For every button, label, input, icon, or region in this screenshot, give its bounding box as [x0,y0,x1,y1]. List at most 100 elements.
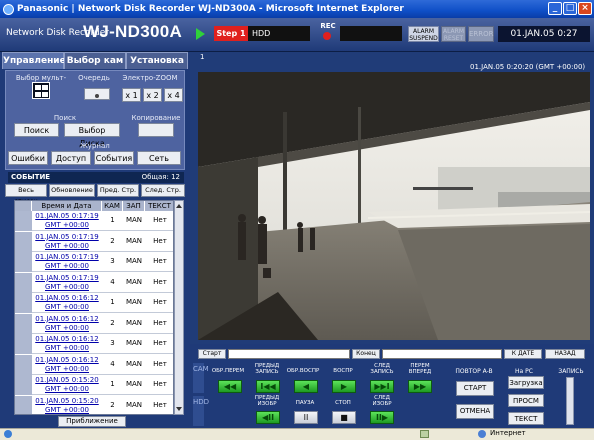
start-time-input[interactable] [228,349,350,359]
view-button[interactable]: ПРОСМ [508,394,544,407]
next-frame-button[interactable]: II▶ [370,411,394,424]
row-select-cell[interactable] [15,375,32,395]
journal-access-button[interactable]: Доступ [51,151,91,165]
zoom-x4-button[interactable]: x 4 [164,88,183,102]
start-time-label[interactable]: Старт [198,349,226,359]
table-row[interactable]: 01.JAN.05 0:16:12 GMT +00:00 2 MAN Нет [15,313,173,334]
next-frame-label: СЛЕД ИЗОБР [372,395,392,407]
event-datetime-link[interactable]: 01.JAN.05 0:15:20 GMT +00:00 [32,376,102,394]
stop-button[interactable]: ■ [332,411,356,424]
row-select-cell[interactable] [15,334,32,354]
pause-button[interactable]: II [294,411,318,424]
prev-page-button[interactable]: Пред. Стр. [97,184,139,197]
prev-frame-label: ПРЕДЫД ИЗОБР [254,395,280,407]
scroll-down-icon[interactable] [176,407,182,411]
row-select-cell[interactable] [15,252,32,272]
event-rec: MAN [125,359,143,368]
event-datetime-link[interactable]: 01.JAN.05 0:16:12 GMT +00:00 [32,315,102,333]
row-select-cell[interactable] [15,354,32,375]
download-button[interactable]: Загрузка [508,376,544,389]
text-button[interactable]: ТЕКСТ [508,412,544,425]
table-row[interactable]: 01.JAN.05 0:17:19 GMT +00:00 1 MAN Нет [15,211,173,231]
table-scrollbar[interactable] [174,200,184,415]
row-select-cell[interactable] [15,211,32,231]
record-scrollbar[interactable] [566,377,574,425]
search-button[interactable]: Поиск [14,123,59,137]
tab-camera-select[interactable]: Выбор кам [64,52,126,69]
close-button[interactable]: × [578,2,592,15]
journal-network-button[interactable]: Сеть [137,151,181,165]
prev-frame-button[interactable]: ◀II [256,411,280,424]
event-datetime-link[interactable]: 01.JAN.05 0:16:12 GMT +00:00 [32,294,102,312]
tab-setup[interactable]: Установка [126,52,188,69]
event-cam: 1 [110,216,115,224]
disk-select-button[interactable]: Выбор Диска [64,123,120,148]
row-select-cell[interactable] [15,395,32,414]
zoom-x1-button[interactable]: x 1 [122,88,141,102]
ab-repeat-label: ПОВТОР A-B [455,368,493,375]
end-time-input[interactable] [382,349,502,359]
table-row[interactable]: 01.JAN.05 0:16:12 GMT +00:00 1 MAN Нет [15,293,173,313]
table-row[interactable]: 01.JAN.05 0:16:12 GMT +00:00 4 MAN Нет [15,354,173,375]
journal-events-button[interactable]: События [94,151,134,165]
sequence-button[interactable] [84,88,110,100]
maximize-button[interactable]: □ [563,2,577,15]
row-select-cell[interactable] [15,231,32,252]
camera-video[interactable] [198,72,590,340]
to-date-button[interactable]: К ДАТЕ [504,349,542,359]
journal-errors-button[interactable]: Ошибки [8,151,48,165]
reverse-play-button[interactable]: ◀ [294,380,318,393]
row-select-cell[interactable] [15,293,32,313]
ab-start-button[interactable]: СТАРТ [456,381,494,396]
table-header-datetime: Время и Дата [32,201,102,211]
event-datetime-link[interactable]: 01.JAN.05 0:16:12 GMT +00:00 [32,335,102,353]
event-datetime-link[interactable]: 01.JAN.05 0:17:19 GMT +00:00 [32,253,102,271]
scroll-up-icon[interactable] [176,202,182,208]
event-datetime-link[interactable]: 01.JAN.05 0:15:20 GMT +00:00 [32,397,102,415]
internet-zone-icon [478,430,486,438]
end-time-label[interactable]: Конец [352,349,380,359]
prev-record-label: ПРЕДЫД ЗАПИСЬ [254,363,280,375]
event-datetime-link[interactable]: 01.JAN.05 0:16:12 GMT +00:00 [32,356,102,374]
refresh-button[interactable]: Обновление [49,184,95,197]
tab-control[interactable]: Управление [2,52,66,69]
play-button[interactable]: ▶ [332,380,356,393]
event-cam: 2 [110,236,115,245]
step-badge: Step 1 [214,26,248,41]
event-cam: 4 [110,359,115,368]
alarm-reset-button[interactable]: ALARM RESET [441,26,466,42]
table-row[interactable]: 01.JAN.05 0:16:12 GMT +00:00 3 MAN Нет [15,334,173,354]
table-header-select [15,201,32,211]
next-page-button[interactable]: След. Стр. [141,184,185,197]
event-datetime-link[interactable]: 01.JAN.05 0:17:19 GMT +00:00 [32,274,102,292]
alarm-suspend-button[interactable]: ALARM SUSPEND [408,26,439,42]
cancel-button[interactable]: ОТМЕНА [456,404,494,419]
back-button[interactable]: НАЗАД [545,349,585,359]
fast-rewind-button[interactable]: ◀◀ [218,380,242,393]
next-record-button[interactable]: ▶▶I [370,380,394,393]
table-row[interactable]: 01.JAN.05 0:17:19 GMT +00:00 4 MAN Нет [15,272,173,293]
event-rec: MAN [125,339,143,347]
all-list-button[interactable]: Весь список [5,184,47,205]
table-row[interactable]: 01.JAN.05 0:15:20 GMT +00:00 2 MAN Нет [15,395,173,415]
table-row[interactable]: 01.JAN.05 0:17:19 GMT +00:00 2 MAN Нет [15,231,173,252]
fast-forward-label: ПЕРЕМ ВПЕРЕД [408,363,432,375]
minimize-button[interactable]: _ [548,2,562,15]
copy-button[interactable] [138,123,174,137]
prev-record-button[interactable]: I◀◀ [256,380,280,393]
event-datetime-link[interactable]: 01.JAN.05 0:17:19 GMT +00:00 [32,233,102,251]
table-row[interactable]: 01.JAN.05 0:17:19 GMT +00:00 3 MAN Нет [15,252,173,272]
event-cam: 2 [110,400,115,409]
stop-label: СТОП [335,400,351,406]
error-indicator: ERROR [468,26,494,42]
row-select-cell[interactable] [15,272,32,293]
quad-layout-icon[interactable] [32,82,50,99]
fast-forward-button[interactable]: ▶▶ [408,380,432,393]
zoom-x2-button[interactable]: x 2 [143,88,162,102]
event-text: Нет [153,359,167,368]
table-row[interactable]: 01.JAN.05 0:15:20 GMT +00:00 1 MAN Нет [15,375,173,395]
event-datetime-link[interactable]: 01.JAN.05 0:17:19 GMT +00:00 [32,212,102,230]
row-select-cell[interactable] [15,313,32,334]
zoom-in-button[interactable]: Приближение [58,416,126,427]
recorder-header: Network Disk Recorder WJ-ND300A Step 1 H… [0,18,594,52]
